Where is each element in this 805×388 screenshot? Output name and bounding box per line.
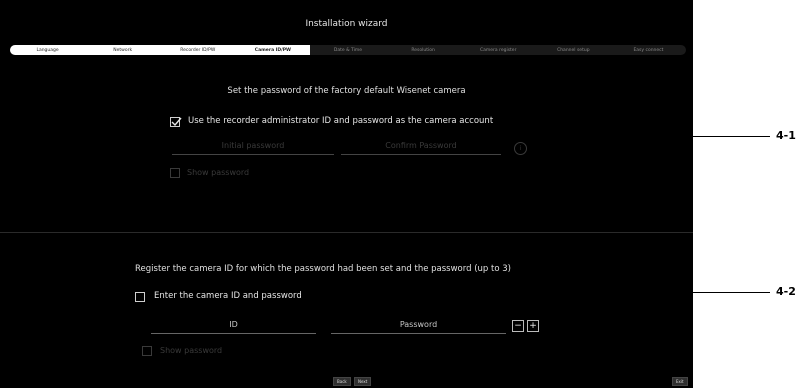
step-resolution[interactable]: Resolution [386, 45, 461, 55]
step-date-time[interactable]: Date & Time [310, 45, 385, 55]
callout-label-4-1: 4-1 [776, 129, 796, 142]
enter-camera-id-checkbox[interactable] [135, 292, 145, 302]
checkmark-icon [171, 117, 182, 127]
wizard-title: Installation wizard [305, 19, 388, 29]
callout-label-4-2: 4-2 [776, 285, 796, 298]
initial-password-field[interactable]: Initial password [172, 141, 334, 155]
step-camera-id-pw[interactable]: Camera ID/PW [235, 45, 311, 55]
use-admin-label: Use the recorder administrator ID and pa… [188, 116, 494, 126]
info-icon[interactable]: i [514, 142, 527, 155]
show-password-checkbox-1[interactable] [170, 168, 180, 178]
camera-id-field[interactable]: ID [151, 320, 316, 334]
callout-line-4-1 [519, 136, 770, 137]
wizard-screen: Installation wizard Language Network Rec… [0, 0, 693, 388]
section2-heading: Register the camera ID for which the pas… [135, 264, 511, 274]
camera-password-field[interactable]: Password [331, 320, 506, 334]
step-channel-setup[interactable]: Channel setup [536, 45, 611, 55]
show-password-label-2: Show password [160, 346, 223, 355]
wizard-stepbar: Language Network Recorder ID/PW Camera I… [10, 45, 686, 55]
remove-row-button[interactable]: − [512, 320, 524, 332]
next-button[interactable]: Next [354, 377, 372, 386]
step-camera-register[interactable]: Camera register [461, 45, 536, 55]
callout-line-4-2 [519, 292, 770, 293]
step-recorder-id-pw[interactable]: Recorder ID/PW [160, 45, 236, 55]
confirm-password-field[interactable]: Confirm Password [341, 141, 501, 155]
step-easy-connect[interactable]: Easy connect [611, 45, 686, 55]
step-language[interactable]: Language [10, 45, 86, 55]
back-button[interactable]: Back [333, 377, 351, 386]
show-password-label-1: Show password [187, 168, 250, 177]
section1-heading: Set the password of the factory default … [227, 86, 466, 96]
show-password-checkbox-2[interactable] [142, 346, 152, 356]
step-network[interactable]: Network [85, 45, 161, 55]
enter-camera-id-label: Enter the camera ID and password [154, 291, 302, 301]
section-divider [0, 232, 693, 233]
exit-button[interactable]: Exit [672, 377, 688, 386]
use-admin-checkbox[interactable] [170, 117, 182, 127]
add-row-button[interactable]: + [527, 320, 539, 332]
